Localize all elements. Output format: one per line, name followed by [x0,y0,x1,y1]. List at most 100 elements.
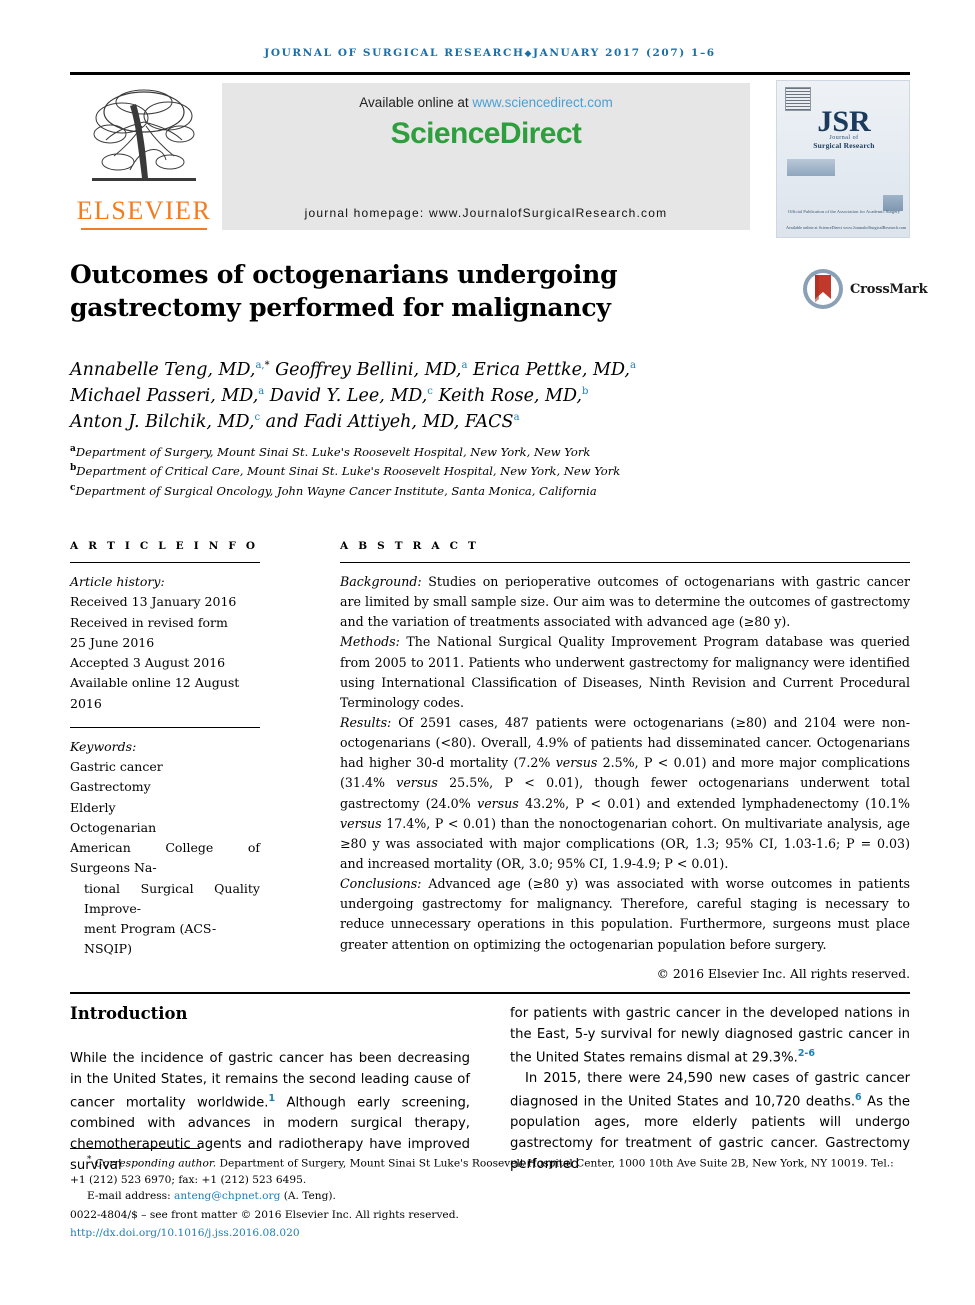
author-name: Erica Pettke, MD, [467,360,630,380]
keyword-item: American College of Surgeons Na- [70,840,260,876]
available-online-label: Available online at [359,95,469,110]
crossmark-badge[interactable]: CrossMark [802,266,928,312]
affiliation-text: Department of Surgery, Mount Sinai St. L… [75,444,591,459]
crossmark-label: CrossMark [850,281,928,297]
author-name: Keith Rose, MD, [432,385,582,406]
email-attribution: (A. Teng). [280,1189,336,1202]
journal-homepage-line: journal homepage: www.JournalofSurgicalR… [304,206,668,220]
introduction-text-right: for patients with gastric cancer in the … [510,1004,910,1176]
citation-reference[interactable]: 2-6 [798,1048,815,1059]
abstract-section-text: The National Surgical Quality Improvemen… [340,634,910,710]
abstract-section-text: 17.4%, P < 0.01) than the nonoctogenaria… [340,815,910,871]
abstract-methods: Methods: The National Surgical Quality I… [340,632,910,713]
versus-emphasis: versus [555,755,598,771]
crossmark-icon [803,269,843,309]
journal-cover-thumbnail: JSR Journal of Surgical Research Officia… [776,80,910,238]
footnote-block: * Corresponding author. Department of Su… [70,1154,910,1241]
abstract-column: A B S T R A C T Background: Studies on p… [340,540,910,984]
abstract-section-label: Conclusions: [340,876,422,892]
keyword-item: Gastrectomy [70,779,151,795]
keywords-block: Keywords: Gastric cancer Gastrectomy Eld… [70,737,260,960]
author-name: Michael Passeri, MD, [70,385,259,406]
masthead-top-rule [70,72,910,75]
article-info-column: A R T I C L E I N F O Article history: R… [70,540,260,960]
email-label: E-mail address: [87,1189,171,1202]
cover-footer-note: Available online at ScienceDirect www.Jo… [786,224,907,230]
elsevier-tree-icon [92,89,196,181]
footnote-star-marker: * [87,1155,92,1165]
keyword-item: Octogenarian [70,819,157,835]
masthead: ELSEVIER Available online at www.science… [70,72,910,240]
elsevier-underline [81,228,207,230]
keywords-label: Keywords: [70,738,137,754]
issn-line: 0022-4804/$ – see front matter © 2016 El… [70,1208,459,1221]
citation-reference[interactable]: 6 [855,1092,862,1103]
article-history-label: Article history: [70,574,165,589]
versus-emphasis: versus [477,795,519,811]
doi-link[interactable]: http://dx.doi.org/10.1016/j.jss.2016.08.… [70,1225,910,1241]
affiliation-item: cDepartment of Surgical Oncology, John W… [70,481,770,500]
elsevier-logo: ELSEVIER [70,80,218,240]
body-column-left: Introduction While the incidence of gast… [70,1004,470,1177]
abstract-background: Background: Studies on perioperative out… [340,572,910,632]
keyword-item: Elderly [70,799,116,815]
introduction-heading: Introduction [70,1004,188,1023]
affiliation-list: aDepartment of Surgery, Mount Sinai St. … [70,442,770,500]
abstract-section-text: Advanced age (≥80 y) was associated with… [340,876,910,952]
sciencedirect-link[interactable]: www.sciencedirect.com [472,95,612,110]
diamond-icon: ◆ [524,49,534,59]
running-head: JOURNAL OF SURGICAL RESEARCH◆JANUARY 201… [70,47,910,59]
affiliation-item: bDepartment of Critical Care, Mount Sina… [70,461,770,480]
page-title: Outcomes of octogenarians undergoing gas… [70,260,618,322]
history-item: Available online 12 August 2016 [70,675,240,711]
affiliation-text: Department of Critical Care, Mount Sinai… [76,464,621,479]
cover-acronym: JSR [817,105,871,138]
abstract-rule [340,562,910,563]
cover-accent-bar-1 [787,159,835,176]
article-first-page: JOURNAL OF SURGICAL RESEARCH◆JANUARY 201… [0,0,975,1305]
keywords-rule [70,726,260,728]
abstract-copyright: © 2016 Elsevier Inc. All rights reserved… [656,966,910,981]
corresponding-author-note: * Corresponding author. Department of Su… [70,1154,910,1188]
paragraph: for patients with gastric cancer in the … [510,1004,910,1069]
abstract-section-label: Background: [340,574,422,589]
abstract-section-label: Results: [340,714,392,730]
author-name: David Y. Lee, MD, [264,385,428,406]
email-note: E-mail address: anteng@chpnet.org (A. Te… [70,1188,910,1204]
author-name: Geoffrey Bellini, MD, [269,360,462,380]
sciencedirect-wordmark: ScienceDirect [390,117,582,150]
author-list: Annabelle Teng, MD,a,* Geoffrey Bellini,… [70,358,770,436]
affiliation-item: aDepartment of Surgery, Mount Sinai St. … [70,442,770,461]
affiliation-marker: a [513,411,520,423]
abstract-section-label: Methods: [340,634,400,650]
abstract-heading: A B S T R A C T [340,540,480,552]
keyword-item-cont: ment Program (ACS-NSQIP) [84,921,217,957]
article-info-rule [70,562,260,563]
elsevier-wordmark: ELSEVIER [76,196,212,225]
article-info-heading: A R T I C L E I N F O [70,540,259,552]
abstract-body: Background: Studies on perioperative out… [340,572,910,984]
body-column-right: for patients with gastric cancer in the … [510,1004,910,1176]
cover-title-group: JSR Journal of Surgical Research [777,105,911,151]
keyword-item-cont: tional Surgical Quality Improve- [84,880,260,916]
email-link[interactable]: anteng@chpnet.org [174,1190,280,1202]
history-item: Accepted 3 August 2016 [70,655,226,670]
affiliation-marker: a, [255,360,265,372]
author-name: Anton J. Bilchik, MD, [70,411,255,432]
history-item: Received 13 January 2016 [70,594,237,610]
footnote-rule [70,1148,200,1149]
versus-emphasis: versus [396,775,438,791]
body-top-rule [70,992,910,994]
affiliation-marker: a [629,360,636,372]
author-name: Annabelle Teng, MD, [70,360,256,380]
sciencedirect-logo: ScienceDirect [222,117,750,151]
article-history: Article history: Received 13 January 201… [70,572,260,714]
author-name: and Fadi Attiyeh, MD, FACS [260,411,514,432]
affiliation-text: Department of Surgical Oncology, John Wa… [75,483,597,498]
paragraph-text: In 2015, there were 24,590 new cases of … [510,1070,910,1110]
abstract-section-text: Studies on perioperative outcomes of oct… [340,574,910,630]
versus-emphasis: versus [340,815,382,831]
sciencedirect-band: Available online at www.sciencedirect.co… [222,83,750,230]
corresponding-author-label: Corresponding author. [94,1157,217,1170]
abstract-conclusions: Conclusions: Advanced age (≥80 y) was as… [340,874,910,955]
